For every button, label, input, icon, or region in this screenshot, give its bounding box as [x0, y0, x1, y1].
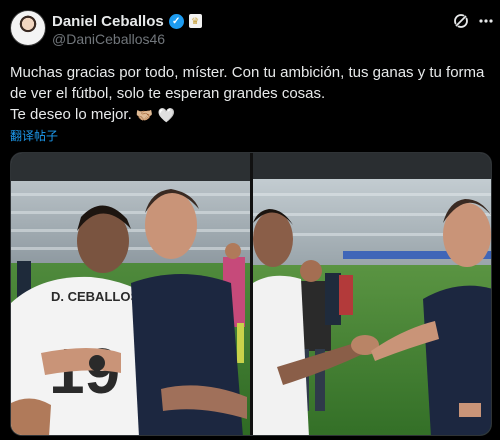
author-name-row: Daniel Ceballos ✓ ♛: [52, 11, 202, 31]
photo-handshake[interactable]: [253, 153, 491, 435]
jersey-name-text: D. CEBALLOS: [51, 289, 139, 304]
tweet-line-1: Muchas gracias por todo, míster. Con tu …: [10, 64, 485, 81]
media-grid: D. CEBALLOS 19: [10, 152, 492, 436]
tweet-line-2: de ver el fútbol, solo te esperan grande…: [10, 85, 326, 102]
tweet-line-3: Te deseo lo mejor. 🤝🏼 🤍: [10, 104, 494, 126]
photo-embrace[interactable]: D. CEBALLOS 19: [11, 153, 250, 435]
translate-post-link[interactable]: 翻译帖子: [10, 127, 58, 144]
author-handle[interactable]: @DaniCeballos46: [52, 31, 165, 47]
grok-icon[interactable]: [452, 12, 470, 30]
author-name[interactable]: Daniel Ceballos: [52, 13, 164, 30]
tweet-line-3-text: Te deseo lo mejor.: [10, 106, 132, 123]
handshake-emoji-icon: 🤝🏼: [135, 107, 154, 123]
real-madrid-crest-icon[interactable]: ♛: [188, 14, 202, 28]
tweet-text: Muchas gracias por todo, míster. Con tu …: [10, 62, 494, 126]
more-options-icon[interactable]: [478, 12, 494, 30]
white-heart-emoji-icon: 🤍: [157, 107, 175, 123]
author-avatar[interactable]: [10, 10, 46, 46]
verified-badge-icon[interactable]: ✓: [168, 13, 184, 29]
tweet-header: Daniel Ceballos ✓ ♛ @DaniCeballos46: [0, 0, 500, 56]
